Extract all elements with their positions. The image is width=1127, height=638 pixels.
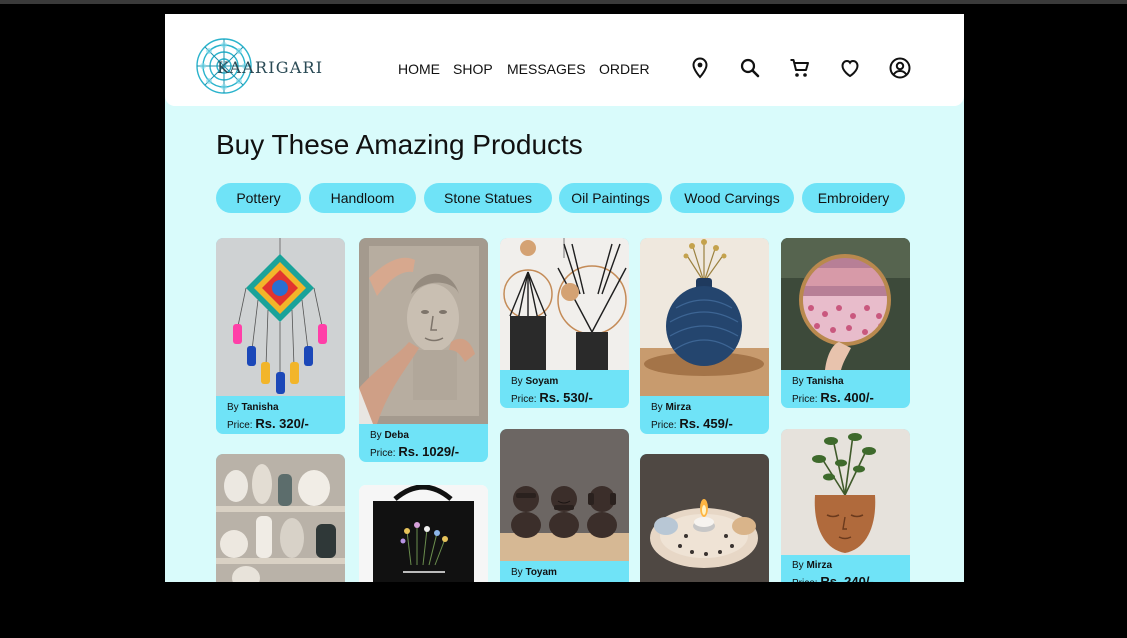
by-label: By — [227, 402, 239, 413]
by-label: By — [511, 567, 523, 578]
product-info: By Tanisha Price: Rs. 320/- — [227, 400, 309, 434]
cart-icon[interactable] — [788, 56, 812, 80]
product-card[interactable] — [640, 454, 769, 582]
window-top-edge — [0, 0, 1127, 4]
price-label: Price: — [511, 394, 537, 405]
category-stone-statues[interactable]: Stone Statues — [424, 183, 552, 213]
product-price: Rs. 459/- — [679, 416, 733, 431]
product-image — [640, 238, 769, 396]
product-price: Rs. 320/- — [255, 416, 309, 431]
product-image — [359, 485, 488, 582]
by-label: By — [651, 402, 663, 413]
artist-name: Soyam — [525, 376, 559, 387]
search-icon[interactable] — [738, 56, 762, 80]
artist-name: Mirza — [806, 560, 833, 571]
by-label: By — [370, 430, 382, 441]
product-info: By Mirza Price: Rs. 459/- — [651, 400, 733, 434]
product-info: By Soyam Price: Rs. 530/- — [511, 374, 593, 408]
location-icon[interactable] — [688, 56, 712, 80]
artist-name: Toyam — [525, 567, 557, 578]
product-info: By Toyam — [511, 565, 557, 581]
heart-icon[interactable] — [838, 56, 862, 80]
product-image — [781, 429, 910, 555]
product-card[interactable] — [359, 485, 488, 582]
product-info: By Mirza Price: Rs. 240/- — [792, 558, 874, 582]
product-card[interactable]: By Tanisha Price: Rs. 320/- — [216, 238, 345, 434]
category-handloom[interactable]: Handloom — [309, 183, 416, 213]
category-embroidery[interactable]: Embroidery — [802, 183, 905, 213]
price-label: Price: — [227, 420, 253, 431]
brand-name: KAARIGARI — [217, 58, 324, 77]
product-card[interactable]: By Mirza Price: Rs. 459/- — [640, 238, 769, 434]
product-price: Rs. 400/- — [820, 390, 874, 405]
by-label: By — [792, 376, 804, 387]
price-label: Price: — [651, 420, 677, 431]
product-card[interactable]: By Tanisha Price: Rs. 400/- — [781, 238, 910, 408]
nav-shop[interactable]: SHOP — [453, 61, 493, 77]
nav-messages[interactable]: MESSAGES — [507, 61, 586, 77]
product-card[interactable]: By Deba Price: Rs. 1029/- — [359, 238, 488, 462]
product-image — [640, 454, 769, 582]
product-info: By Tanisha Price: Rs. 400/- — [792, 374, 874, 408]
category-wood-carvings[interactable]: Wood Carvings — [670, 183, 794, 213]
product-card[interactable]: By Toyam — [500, 429, 629, 582]
navbar: KAARIGARI HOME SHOP MESSAGES ORDER — [165, 14, 964, 106]
product-image — [216, 238, 345, 396]
product-image — [500, 429, 629, 561]
product-image — [500, 238, 629, 370]
artist-name: Deba — [384, 430, 409, 441]
price-label: Price: — [792, 578, 818, 582]
product-card[interactable]: By Soyam Price: Rs. 530/- — [500, 238, 629, 408]
product-image — [359, 238, 488, 424]
product-price: Rs. 530/- — [539, 390, 593, 405]
product-price: Rs. 1029/- — [398, 444, 460, 459]
price-label: Price: — [370, 448, 396, 459]
product-card[interactable]: By Mirza Price: Rs. 240/- — [781, 429, 910, 582]
category-oil-paintings[interactable]: Oil Paintings — [559, 183, 662, 213]
nav-order[interactable]: ORDER — [599, 61, 650, 77]
product-card[interactable] — [216, 454, 345, 582]
product-price: Rs. 240/- — [820, 574, 874, 582]
product-image — [216, 454, 345, 582]
product-info: By Deba Price: Rs. 1029/- — [370, 428, 459, 462]
artist-name: Tanisha — [806, 376, 844, 387]
page-title: Buy These Amazing Products — [216, 129, 583, 160]
artist-name: Tanisha — [241, 402, 279, 413]
app-frame: KAARIGARI HOME SHOP MESSAGES ORDER Buy T… — [165, 14, 964, 582]
account-icon[interactable] — [888, 56, 912, 80]
by-label: By — [511, 376, 523, 387]
by-label: By — [792, 560, 804, 571]
category-pottery[interactable]: Pottery — [216, 183, 301, 213]
nav-home[interactable]: HOME — [398, 61, 440, 77]
artist-name: Mirza — [665, 402, 692, 413]
price-label: Price: — [792, 394, 818, 405]
product-image — [781, 238, 910, 370]
